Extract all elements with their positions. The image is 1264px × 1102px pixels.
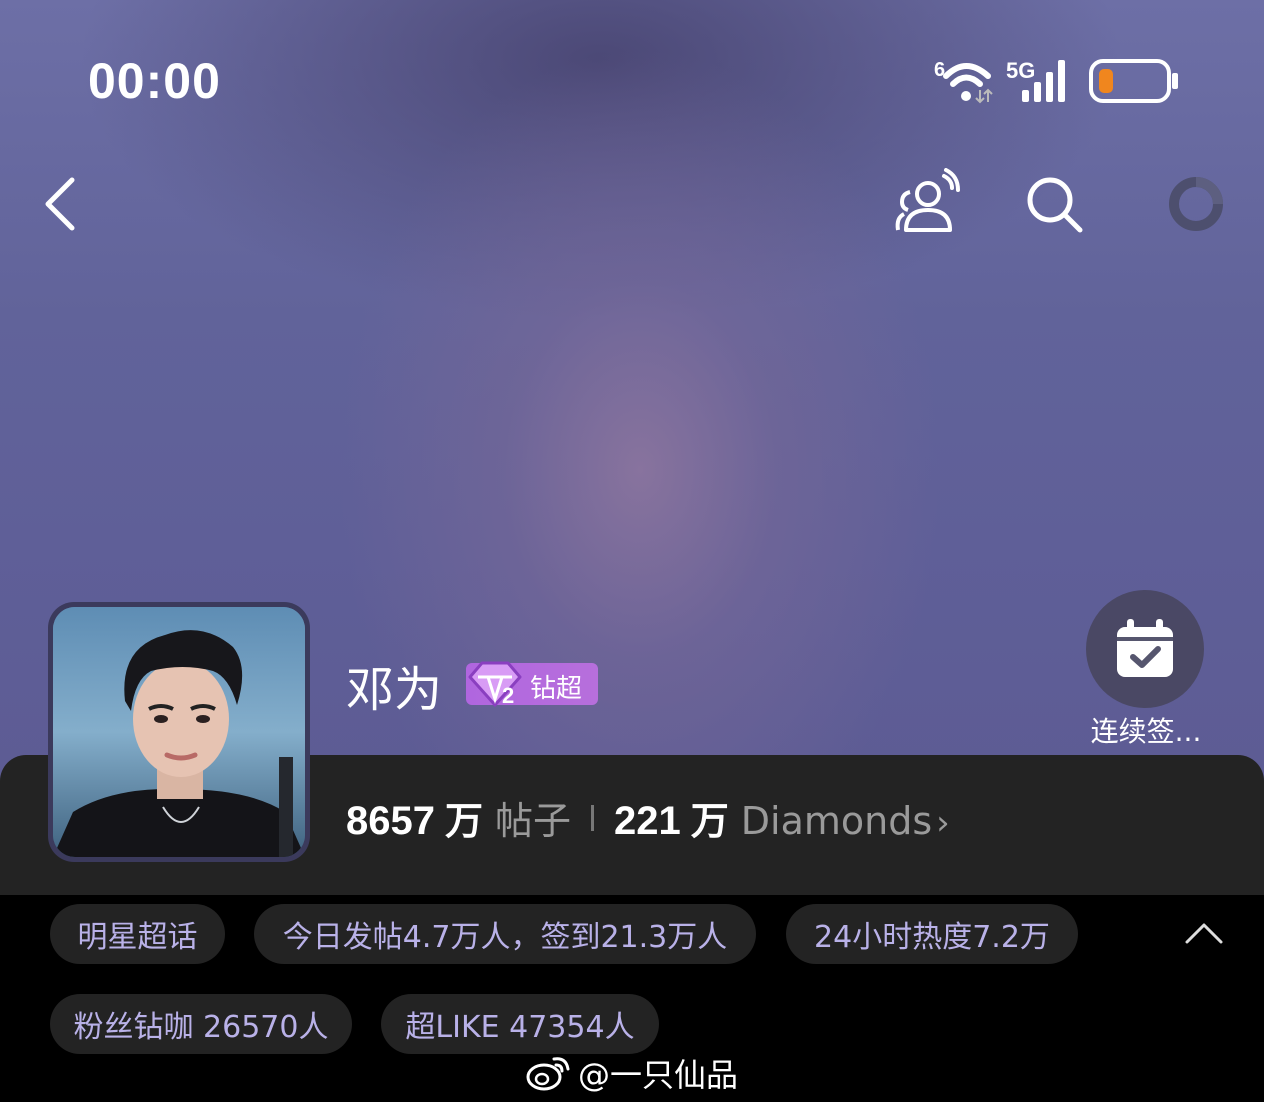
tag-celebrity-topic[interactable]: 明星超话: [50, 904, 225, 964]
stats-row: 8657 万 帖子 221 万 Diamonds ›: [346, 790, 950, 845]
checkin-label[interactable]: 连续签...: [1078, 710, 1214, 750]
network-label: 5G: [1006, 58, 1035, 83]
status-time: 00:00: [88, 53, 221, 109]
diamonds-link[interactable]: Diamonds: [741, 799, 932, 843]
posts-unit: 万: [444, 799, 483, 843]
weibo-logo-icon: [526, 1057, 570, 1091]
group-chat-button[interactable]: [884, 164, 964, 244]
collapse-button[interactable]: [1176, 908, 1232, 958]
topic-avatar[interactable]: [48, 602, 310, 862]
back-button[interactable]: [20, 164, 100, 244]
posts-count: 8657: [346, 799, 435, 843]
loading-icon: [1169, 177, 1223, 231]
watermark-text: @一只仙品: [578, 1056, 739, 1094]
group-chat-icon: [895, 168, 960, 232]
topic-name: 邓为: [346, 662, 443, 718]
back-icon: [45, 177, 75, 231]
diamonds-count[interactable]: 221: [614, 799, 681, 844]
avatar-image: [53, 607, 305, 857]
battery-icon: [1089, 59, 1178, 103]
search-icon: [1027, 177, 1083, 233]
super-topic-screen: 00:00 6 5G 连续签... 8657 万 帖子 221 万 Diamon…: [0, 0, 1264, 1102]
search-button[interactable]: [1014, 164, 1094, 244]
wifi-icon: 6: [934, 59, 993, 104]
badge-label: 钻超: [530, 674, 583, 704]
stats-divider: [591, 804, 595, 831]
loading-indicator: [1156, 164, 1236, 244]
tag-24h-heat[interactable]: 24小时热度7.2万: [786, 904, 1078, 964]
signal-icon: 5G: [1006, 58, 1065, 102]
chevron-right-icon[interactable]: ›: [936, 803, 950, 843]
wifi-badge: 6: [934, 59, 945, 81]
tag-fan-diamonds[interactable]: 粉丝钻咖 26570人: [50, 994, 352, 1054]
posts-label: 帖子: [495, 799, 572, 843]
diamond-icon: 2: [468, 661, 522, 708]
portrait-image: [53, 607, 305, 857]
calendar-check-icon: [1117, 619, 1173, 677]
chevron-up-icon: [1185, 923, 1223, 944]
checkin-button[interactable]: [1086, 590, 1204, 708]
tag-super-like[interactable]: 超LIKE 47354人: [381, 994, 659, 1054]
rank-badge[interactable]: 2 钻超: [466, 661, 598, 708]
diamonds-unit[interactable]: 万: [691, 790, 729, 845]
badge-level: 2: [502, 683, 514, 708]
watermark: @一只仙品: [526, 1050, 738, 1096]
status-bar: 00:00 6 5G: [0, 0, 1264, 160]
tag-daily-activity[interactable]: 今日发帖4.7万人，签到21.3万人: [254, 904, 756, 964]
